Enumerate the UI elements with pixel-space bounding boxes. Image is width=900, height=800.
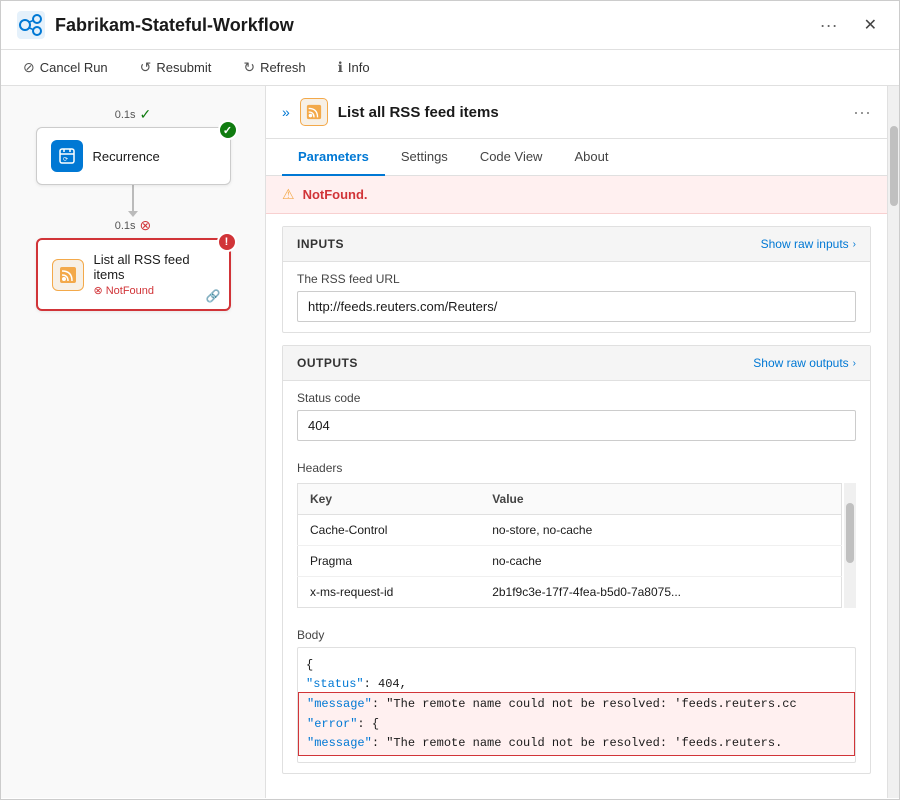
table-row: Pragma no-cache [298,546,842,577]
workflow-canvas: 0.1s ✓ ⟳ Recurrence ✓ [1,86,266,798]
tab-about[interactable]: About [558,139,624,176]
resubmit-icon: ↺ [140,59,152,76]
table-scrollbar[interactable] [844,483,856,608]
headers-table: Key Value Cache-Control no-store, no-cac… [297,483,842,608]
body-line-1: { [306,656,847,675]
success-check-icon: ✓ [140,106,152,123]
table-scrollbar-thumb[interactable] [846,503,854,563]
detail-panel: » List all RSS feed items ··· Parameters… [266,86,887,798]
warning-icon: ⚠ [282,186,295,203]
main-layout: 0.1s ✓ ⟳ Recurrence ✓ [1,86,899,798]
header-value-3: 2b1f9c3e-17f7-4fea-b5d0-7a8075... [480,577,841,608]
recurrence-status-badge: ✓ [218,120,238,140]
tab-parameters[interactable]: Parameters [282,139,385,176]
header-value-1: no-store, no-cache [480,515,841,546]
rss-node[interactable]: List all RSS feed items ⊗ NotFound ! 🔗 [36,238,231,311]
cancel-run-button[interactable]: ⊘ Cancel Run [17,56,114,79]
body-line-3: "message": "The remote name could not be… [307,695,846,714]
key-column-header: Key [298,484,481,515]
value-column-header: Value [480,484,841,515]
body-line-4: "error": { [307,715,846,734]
error-message: NotFound. [303,187,368,202]
expand-icon[interactable]: » [282,104,290,120]
rss-status-badge: ! [217,232,237,252]
headers-label: Headers [297,461,856,475]
detail-tabs: Parameters Settings Code View About [266,139,887,176]
body-section: Body { "status": 404, "message": "The re… [283,618,870,773]
title-bar: Fabrikam-Stateful-Workflow ··· ✕ [1,1,899,50]
recurrence-label: Recurrence [93,149,160,164]
rss-node-error: ⊗ NotFound [94,284,215,297]
window-title: Fabrikam-Stateful-Workflow [55,15,820,36]
refresh-button[interactable]: ↻ Refresh [237,56,311,79]
show-raw-outputs-button[interactable]: Show raw outputs › [753,356,856,370]
headers-table-container: Key Value Cache-Control no-store, no-cac… [297,483,856,608]
error-banner: ⚠ NotFound. [266,176,887,214]
resubmit-button[interactable]: ↺ Resubmit [134,56,218,79]
info-button[interactable]: ℹ Info [332,56,376,79]
recurrence-time-badge: 0.1s ✓ [115,106,152,123]
info-icon: ℹ [338,59,343,76]
connector-line-1 [132,185,134,213]
table-row: x-ms-request-id 2b1f9c3e-17f7-4fea-b5d0-… [298,577,842,608]
detail-content[interactable]: ⚠ NotFound. INPUTS Show raw inputs › The… [266,176,887,798]
detail-node-icon [300,98,328,126]
rss-url-label: The RSS feed URL [297,272,856,286]
rss-url-field: The RSS feed URL http://feeds.reuters.co… [283,262,870,332]
refresh-icon: ↻ [243,59,255,76]
svg-text:⟳: ⟳ [63,157,68,163]
right-scrollbar[interactable] [887,86,899,798]
window-menu-icon[interactable]: ··· [820,15,838,36]
chevron-right-icon: › [853,239,856,250]
header-key-1: Cache-Control [298,515,481,546]
rss-icon [52,259,84,291]
body-code-block: { "status": 404, "message": "The remote … [297,647,856,763]
inputs-section: INPUTS Show raw inputs › The RSS feed UR… [282,226,871,333]
cancel-icon: ⊘ [23,59,35,76]
table-row: Cache-Control no-store, no-cache [298,515,842,546]
header-key-3: x-ms-request-id [298,577,481,608]
app-icon [17,11,45,39]
right-scrollbar-thumb[interactable] [890,126,898,206]
chevron-right-icon-2: › [853,358,856,369]
rss-url-value: http://feeds.reuters.com/Reuters/ [297,291,856,322]
link-icon: 🔗 [206,289,221,303]
detail-header: » List all RSS feed items ··· [266,86,887,139]
error-icon-badge: ⊗ [140,217,152,234]
detail-title: List all RSS feed items [338,104,843,121]
header-value-2: no-cache [480,546,841,577]
recurrence-icon: ⟳ [51,140,83,172]
toolbar: ⊘ Cancel Run ↺ Resubmit ↻ Refresh ℹ Info [1,50,899,86]
outputs-section: OUTPUTS Show raw outputs › Status code 4… [282,345,871,774]
show-raw-inputs-button[interactable]: Show raw inputs › [761,237,856,251]
close-button[interactable]: ✕ [858,13,883,37]
recurrence-node[interactable]: ⟳ Recurrence ✓ [36,127,231,185]
inputs-section-header: INPUTS Show raw inputs › [283,227,870,262]
body-line-5: "message": "The remote name could not be… [307,734,846,753]
status-code-field: Status code 404 [283,381,870,451]
status-code-label: Status code [297,391,856,405]
inputs-title: INPUTS [297,237,344,251]
detail-menu-icon[interactable]: ··· [853,102,871,123]
tab-settings[interactable]: Settings [385,139,464,176]
body-label: Body [297,628,856,642]
rss-time-badge: 0.1s ⊗ [115,217,152,234]
tab-code-view[interactable]: Code View [464,139,559,176]
rss-node-wrapper: 0.1s ⊗ List all RSS feed items [36,217,231,311]
outputs-title: OUTPUTS [297,356,358,370]
workflow-nodes: 0.1s ✓ ⟳ Recurrence ✓ [21,106,245,311]
header-key-2: Pragma [298,546,481,577]
recurrence-node-wrapper: 0.1s ✓ ⟳ Recurrence ✓ [36,106,231,185]
outputs-section-header: OUTPUTS Show raw outputs › [283,346,870,381]
body-error-highlight: "message": "The remote name could not be… [298,692,855,756]
headers-section: Headers Key Value Cache-Co [283,451,870,618]
status-code-value: 404 [297,410,856,441]
rss-node-label: List all RSS feed items [94,252,215,282]
